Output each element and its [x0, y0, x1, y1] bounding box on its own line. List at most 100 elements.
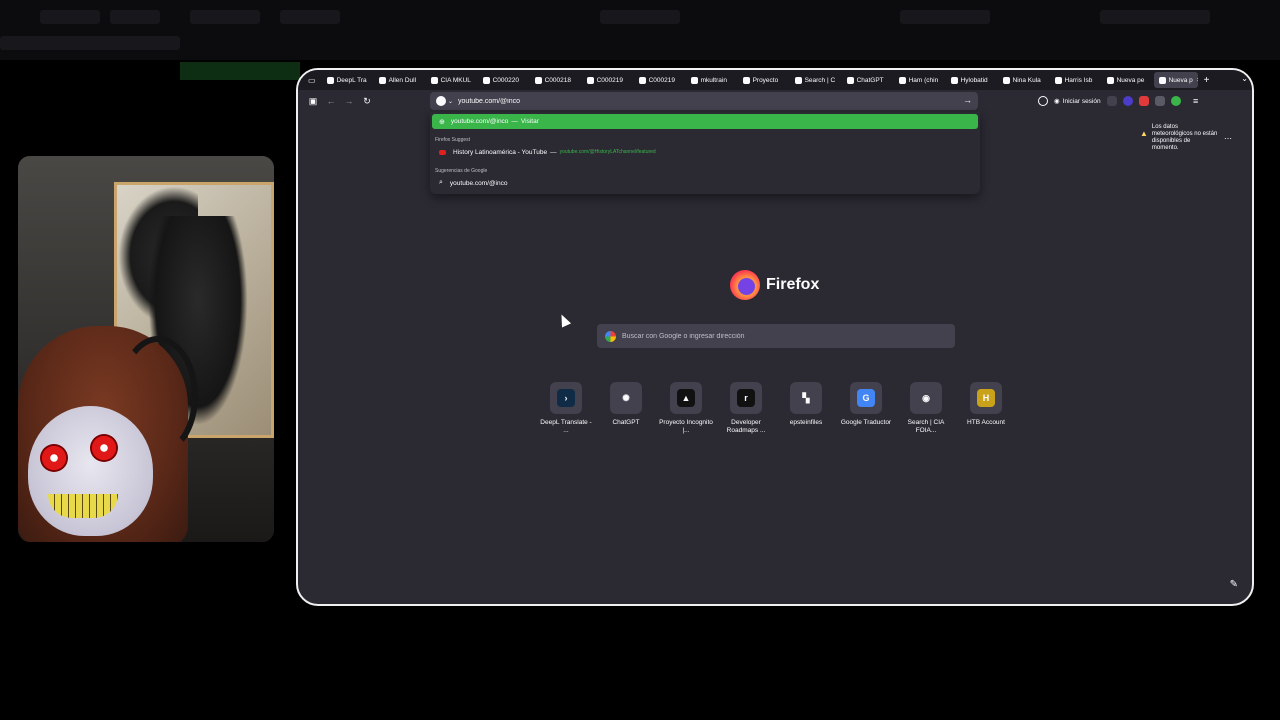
- roadmap-icon: r: [737, 389, 755, 407]
- warning-icon: ▲: [1140, 129, 1148, 138]
- urlbar-results: ⊕ youtube.com/@inco — Visitar Firefox Su…: [430, 112, 980, 194]
- weather-text: Los datos meteorológicos no están dispon…: [1151, 124, 1218, 151]
- tab[interactable]: Hylobatid: [946, 72, 998, 88]
- wiki-icon: [1002, 76, 1010, 84]
- tab[interactable]: Nueva p×: [1153, 72, 1198, 88]
- shortcut-tile[interactable]: › DeepL Translate - ...: [536, 382, 596, 435]
- url-input[interactable]: [458, 97, 939, 105]
- shortcut-label: Google Traductor: [840, 419, 892, 426]
- shortcut-tile[interactable]: G Google Traductor: [836, 382, 896, 435]
- reload-button[interactable]: ↻: [358, 93, 376, 109]
- background-desktop: [0, 0, 1280, 60]
- search-icon: ⌕: [439, 179, 443, 186]
- extension-icon[interactable]: [1122, 96, 1133, 106]
- tab[interactable]: C000219: [582, 72, 634, 88]
- go-arrow-icon[interactable]: →: [963, 95, 972, 105]
- search-input[interactable]: [622, 332, 942, 340]
- chevron-down-icon[interactable]: ⌄: [1241, 74, 1248, 83]
- tab[interactable]: Harris Isb: [1050, 72, 1102, 88]
- menu-icon[interactable]: ≡: [1187, 93, 1205, 109]
- cia-icon: [430, 76, 438, 84]
- htb-icon: H: [977, 389, 995, 407]
- shortcut-tile[interactable]: ◉ Search | CIA FOIA...: [896, 382, 956, 435]
- tracking-protection-icon[interactable]: [1038, 96, 1048, 106]
- account-icon: ◉: [1054, 98, 1060, 105]
- shortcut-tile[interactable]: r Developer Roadmaps ...: [716, 382, 776, 435]
- shortcut-label: Proyecto Incognito |...: [659, 419, 713, 434]
- tab[interactable]: Ham (chin: [894, 72, 946, 88]
- customize-pencil-icon[interactable]: ✎: [1230, 579, 1238, 590]
- shortcut-label: Developer Roadmaps ...: [726, 419, 766, 434]
- close-icon[interactable]: ×: [1197, 77, 1198, 84]
- proyecto-icon: ▲: [677, 389, 695, 407]
- chatgpt-icon: [846, 76, 854, 84]
- new-tab-button[interactable]: +: [1204, 75, 1210, 86]
- firefox-icon: [730, 270, 760, 300]
- shortcut-tile[interactable]: ▚ epsteinfiles: [776, 382, 836, 435]
- extension-icon[interactable]: [1154, 96, 1165, 106]
- search-icon: [794, 76, 802, 84]
- google-suggestion[interactable]: ⌕ youtube.com/@inco: [432, 177, 978, 189]
- proyecto-icon: [742, 76, 750, 84]
- search-engine-icon[interactable]: [436, 96, 446, 106]
- shortcut-label: Search | CIA FOIA...: [907, 419, 945, 434]
- tab[interactable]: C000220: [478, 72, 530, 88]
- heuristic-result[interactable]: ⊕ youtube.com/@inco — Visitar: [432, 114, 978, 129]
- tab[interactable]: Search | C: [790, 72, 842, 88]
- wiki-icon: [950, 76, 958, 84]
- webcam-overlay: [18, 156, 274, 542]
- back-button[interactable]: ←: [322, 93, 340, 109]
- top-sites: › DeepL Translate - ... ✺ ChatGPT ▲ Proyecto …: [536, 382, 1016, 435]
- epstein-icon: ▚: [797, 389, 815, 407]
- tab[interactable]: Nueva pe: [1102, 72, 1154, 88]
- cia-icon: ◉: [917, 389, 935, 407]
- tab[interactable]: C000219: [634, 72, 686, 88]
- tab[interactable]: mkultrain: [686, 72, 738, 88]
- tab[interactable]: Nina Kula: [998, 72, 1050, 88]
- brand-wordmark: Firefox: [766, 276, 820, 293]
- more-options-icon[interactable]: ⋯: [1224, 134, 1232, 143]
- shortcut-tile[interactable]: H HTB Account: [956, 382, 1016, 435]
- firefox-logo: Firefox: [730, 270, 819, 300]
- extension-icon[interactable]: [1138, 96, 1149, 106]
- extension-icon[interactable]: [1106, 96, 1117, 106]
- navigation-toolbar: ▣ ← → ↻ ⌄ → ◉ Iniciar sesión ≡: [298, 90, 1252, 112]
- document-icon: [534, 76, 542, 84]
- shortcut-label: epsteinfiles: [789, 419, 823, 426]
- group-label-firefox-suggest: Firefox Suggest: [435, 137, 471, 143]
- wiki-icon: [1054, 76, 1062, 84]
- youtube-icon: [439, 149, 446, 155]
- firefox-view-button[interactable]: ▭: [302, 72, 322, 88]
- toolbar-right: ◉ Iniciar sesión ≡: [1038, 93, 1205, 109]
- tab[interactable]: ChatGPT: [842, 72, 894, 88]
- tab[interactable]: Proyecto: [738, 72, 790, 88]
- shortcut-tile[interactable]: ✺ ChatGPT: [596, 382, 656, 435]
- shortcut-label: ChatGPT: [612, 419, 640, 426]
- shortcut-tile[interactable]: ▲ Proyecto Incognito |...: [656, 382, 716, 435]
- sidebar-toggle-icon[interactable]: ▣: [304, 93, 322, 109]
- shortcut-label: HTB Account: [967, 419, 1005, 426]
- forward-button[interactable]: →: [340, 93, 358, 109]
- tab[interactable]: CIA MKUL: [426, 72, 478, 88]
- tab[interactable]: Allen Dull: [374, 72, 426, 88]
- address-bar[interactable]: ⌄ →: [430, 92, 978, 110]
- firefox-icon: [1158, 76, 1166, 84]
- tab[interactable]: C000218: [530, 72, 582, 88]
- background-highlight: [180, 62, 300, 80]
- deepl-icon: [326, 76, 334, 84]
- chatgpt-icon: ✺: [617, 389, 635, 407]
- tab[interactable]: DeepL Tra: [322, 72, 374, 88]
- newtab-search[interactable]: [597, 324, 955, 348]
- document-icon: [638, 76, 646, 84]
- history-result[interactable]: History Latinoamérica - YouTube — youtub…: [432, 146, 978, 158]
- shortcut-label: DeepL Translate - ...: [540, 419, 592, 434]
- sign-in-button[interactable]: ◉ Iniciar sesión: [1054, 97, 1101, 106]
- globe-icon: ⊕: [439, 118, 445, 126]
- firefox-window: ▭ DeepL Tra Allen Dull CIA MKUL C000220 C000…: [296, 68, 1254, 606]
- chevron-down-icon[interactable]: ⌄: [448, 98, 453, 105]
- document-icon: [690, 76, 698, 84]
- translate-icon: G: [857, 389, 875, 407]
- document-icon: [586, 76, 594, 84]
- google-icon: [605, 330, 616, 342]
- extension-icon[interactable]: [1170, 96, 1181, 106]
